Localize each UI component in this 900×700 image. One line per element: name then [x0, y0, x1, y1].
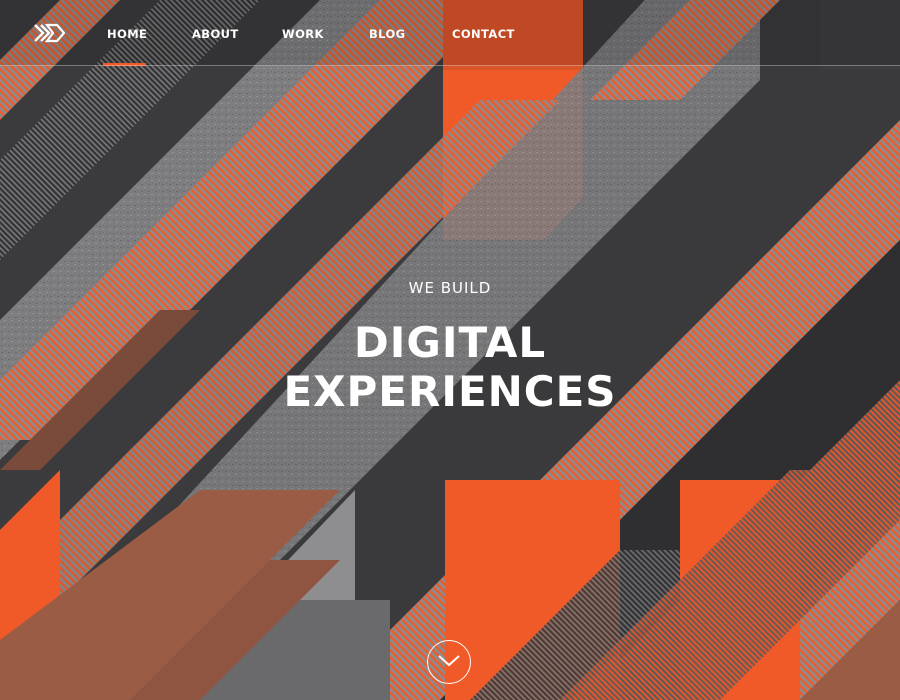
hero-title-line-2: EXPERIENCES — [283, 367, 617, 416]
chevron-down-icon — [438, 655, 460, 667]
top-navigation: HOME ABOUT WORK BLOG CONTACT — [0, 0, 900, 66]
hero-title-line-1: DIGITAL — [353, 318, 547, 367]
arrow-logo-icon[interactable] — [33, 23, 65, 43]
hero-kicker: WE BUILD — [408, 279, 492, 297]
nav-item-work[interactable]: WORK — [282, 26, 324, 42]
nav-item-about[interactable]: ABOUT — [192, 26, 239, 42]
scroll-down-button[interactable] — [427, 640, 471, 684]
nav-item-blog[interactable]: BLOG — [369, 26, 406, 42]
hero-title: DIGITAL EXPERIENCES — [0, 318, 900, 416]
nav-divider — [0, 65, 900, 66]
nav-item-contact[interactable]: CONTACT — [452, 26, 515, 42]
nav-item-home[interactable]: HOME — [107, 26, 147, 42]
